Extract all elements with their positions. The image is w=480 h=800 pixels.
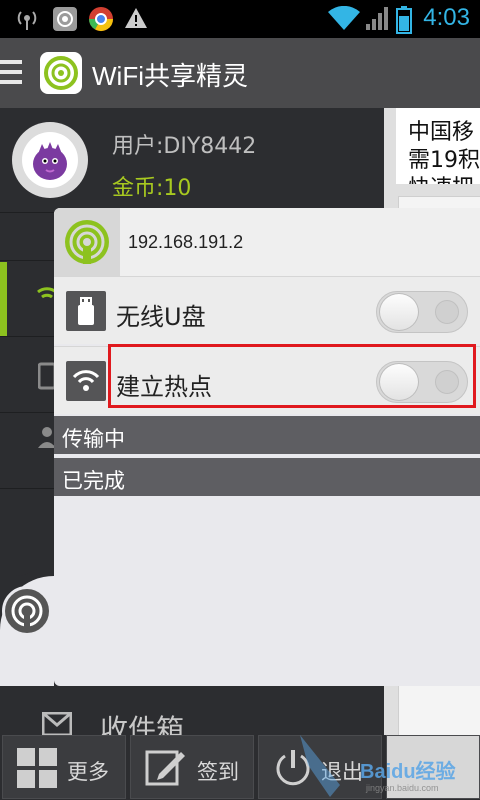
mail-icon: [42, 712, 72, 736]
toggle-knob: [379, 363, 419, 401]
more-button[interactable]: 更多: [2, 735, 126, 799]
signin-label: 签到: [197, 760, 239, 784]
title-bar: WiFi共享精灵: [0, 38, 480, 108]
usb-drive-toggle[interactable]: [376, 291, 468, 333]
wifi-share-logo-icon: [65, 220, 109, 264]
wifi-share-logo-icon: [44, 56, 78, 90]
section-completed[interactable]: 已完成: [54, 458, 480, 496]
section-completed-label: 已完成: [62, 469, 125, 493]
toggle-knob: [379, 293, 419, 331]
status-bar: 4:03: [0, 0, 480, 38]
signin-button[interactable]: 签到: [130, 735, 254, 799]
wifi-signal-icon: [328, 6, 360, 30]
user-name: 用户:DIY8442: [112, 134, 257, 159]
hotspot-row[interactable]: 建立热点: [54, 344, 480, 414]
device-ip: 192.168.191.2: [128, 232, 244, 252]
usb-drive-icon: [66, 291, 106, 331]
watermark-text: Baidu经验: [360, 761, 456, 783]
battery-icon: [396, 6, 412, 34]
warning-icon: [125, 8, 147, 28]
section-transferring[interactable]: 传输中: [54, 416, 480, 454]
edit-icon: [145, 750, 185, 786]
app-notification-icon: [53, 7, 77, 31]
status-time: 4:03: [423, 4, 470, 31]
hotspot-label: 建立热点: [116, 373, 212, 401]
section-transferring-label: 传输中: [62, 427, 125, 451]
usb-drive-label: 无线U盘: [116, 303, 206, 331]
hotspot-toggle[interactable]: [376, 361, 468, 403]
more-label: 更多: [67, 760, 109, 784]
background-text: 快速把: [408, 170, 474, 184]
watermark-wing-icon: [300, 735, 340, 797]
toggle-track-dot: [435, 300, 459, 324]
app-logo: [40, 52, 82, 94]
avatar[interactable]: [12, 122, 88, 198]
menu-icon[interactable]: [0, 60, 22, 86]
share-button[interactable]: [2, 586, 52, 636]
share-wifi-icon: [11, 595, 43, 627]
active-item-indicator: [0, 262, 7, 336]
device-logo: [54, 208, 120, 276]
watermark-sub: jingyan.baidu.com: [366, 783, 439, 793]
app-title: WiFi共享精灵: [92, 61, 248, 91]
chrome-icon: [89, 7, 113, 32]
wifi-icon: [66, 361, 106, 401]
device-popup: 192.168.191.2 无线U盘 建立热点 传输中 已完成: [54, 208, 480, 686]
baidu-watermark: Baidu经验 jingyan.baidu.com: [300, 735, 480, 800]
monster-avatar-icon: [22, 132, 78, 188]
grid-icon: [17, 748, 57, 788]
popup-header: 192.168.191.2: [54, 208, 480, 276]
broadcast-icon: [17, 11, 37, 30]
usb-drive-row[interactable]: 无线U盘: [54, 276, 480, 344]
cell-signal-icon: [366, 7, 388, 30]
user-coins: 金币:10: [112, 176, 192, 201]
toggle-track-dot: [435, 370, 459, 394]
